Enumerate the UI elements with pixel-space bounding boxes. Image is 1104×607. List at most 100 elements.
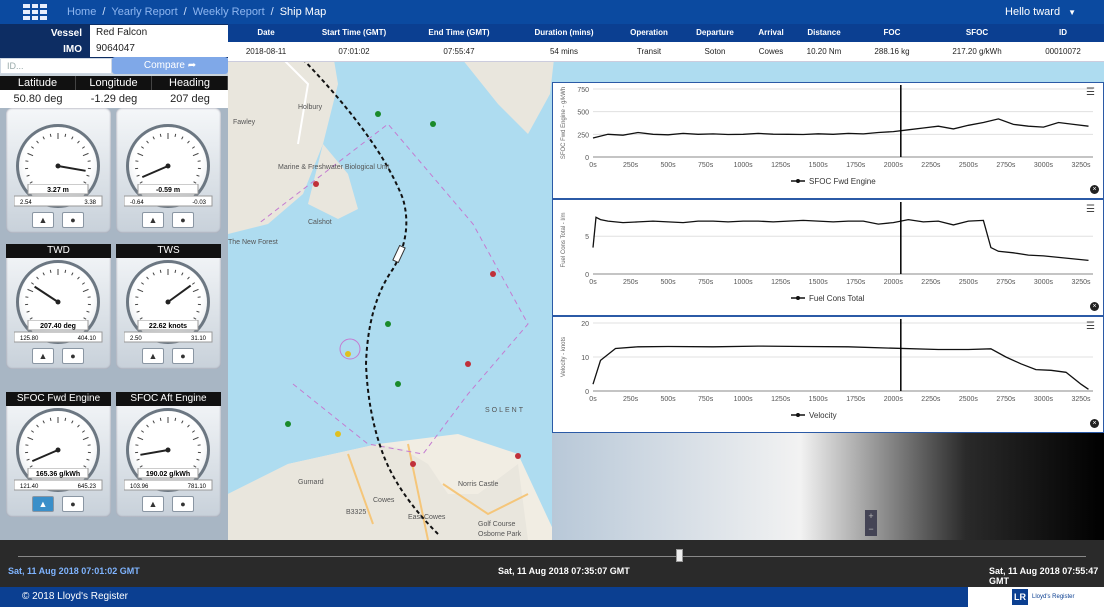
timeline-handle[interactable] (676, 549, 684, 562)
gauge-tick (136, 458, 140, 461)
legend-marker (796, 296, 800, 300)
close-icon[interactable]: × (1090, 302, 1099, 311)
gauge-tick (174, 133, 177, 137)
gauge-tick (187, 276, 190, 280)
cell-departure: Soton (704, 47, 726, 56)
gauge-tick (196, 174, 200, 177)
cell-sfoc: 217.20 g/kWh (952, 47, 1002, 56)
globe-icon[interactable]: ● (62, 496, 84, 512)
zoom-in-button[interactable]: + (865, 510, 877, 523)
x-tick-label: 2000s (884, 396, 904, 403)
footer: © 2018 Lloyd's Register (0, 587, 1104, 607)
chart-icon[interactable]: ▲ (32, 212, 54, 228)
compare-button[interactable]: Compare ➦ (112, 57, 228, 74)
x-tick-label: 0s (589, 396, 597, 403)
gauge-pivot (55, 163, 61, 169)
gauge-value: 165.36 g/kWh (36, 471, 80, 478)
chart-icon[interactable]: ▲ (32, 348, 54, 364)
gauge-tick (191, 430, 195, 433)
legend-label: SFOC Fwd Engine (809, 177, 876, 186)
lr-logo-text: Lloyd's Register (1032, 593, 1075, 600)
gauge-tick (31, 430, 35, 433)
x-tick-label: 2250s (921, 396, 941, 403)
x-tick-label: 250s (623, 279, 639, 286)
app-grid-icon[interactable] (23, 4, 47, 20)
gauge-tick (81, 146, 85, 149)
cell-end-time: 07:55:47 (443, 47, 475, 56)
user-menu[interactable]: Hello tward ▼ (1005, 6, 1076, 18)
menu-icon[interactable]: ☰ (1086, 87, 1095, 98)
gauge-needle (57, 165, 86, 172)
x-tick-label: 1250s (771, 279, 791, 286)
y-tick-label: 250 (577, 132, 589, 139)
gauges-panel: 3.27 m 2.54 3.38 ▲ ● -0.59 m -0.64 -0.03 … (0, 108, 228, 540)
position-headers: Latitude Longitude Heading (0, 76, 228, 90)
overview-map[interactable] (552, 432, 1104, 540)
gauge-needle (167, 284, 192, 303)
breadcrumb-weekly-report[interactable]: Weekly Report (193, 6, 265, 18)
breadcrumb-home[interactable]: Home (67, 6, 96, 18)
x-tick-label: 1750s (846, 162, 866, 169)
gauge-max: 781.10 (188, 484, 207, 490)
gauge-tick (187, 424, 190, 428)
gauge-tick (71, 420, 74, 424)
gauge-tick (139, 465, 143, 468)
col-end-time: End Time (GMT) (428, 28, 490, 37)
gauge-pivot (55, 447, 61, 453)
x-tick-label: 2000s (884, 279, 904, 286)
gauge-tick (64, 269, 67, 273)
chart-icon[interactable]: ▲ (32, 496, 54, 512)
id-input[interactable]: ID... (0, 58, 112, 74)
y-tick-label: 0 (585, 272, 589, 279)
x-tick-label: 500s (660, 162, 676, 169)
gauge-value: 3.27 m (47, 187, 69, 194)
close-icon[interactable]: × (1090, 185, 1099, 194)
gauge-tick (81, 282, 85, 285)
timeline-track[interactable] (18, 556, 1086, 557)
gauge-max: 645.23 (78, 484, 97, 490)
breadcrumb-yearly-report[interactable]: Yearly Report (111, 6, 177, 18)
map-label-osborne-park: Osborne Park (478, 531, 522, 538)
gauge-value: 190.02 g/kWh (146, 471, 190, 478)
globe-icon[interactable]: ● (172, 212, 194, 228)
gauge-tick (27, 288, 34, 293)
map-label-calshot: Calshot (308, 219, 332, 226)
zoom-control: + − (865, 510, 877, 536)
menu-icon[interactable]: ☰ (1086, 204, 1095, 215)
gauge-tick (64, 133, 67, 137)
col-sfoc: SFOC (965, 28, 989, 37)
gauge-tick (139, 317, 143, 320)
y-tick-label: 500 (577, 110, 589, 117)
chart-icon[interactable]: ▲ (142, 496, 164, 512)
gauge-pivot (55, 299, 61, 305)
gauge-tick (181, 136, 184, 140)
longitude-header: Longitude (76, 76, 152, 90)
gauge-title: TWD (6, 244, 111, 258)
col-operation: Operation (630, 28, 668, 37)
chart-icon[interactable]: ▲ (142, 348, 164, 364)
chart-icon[interactable]: ▲ (142, 212, 164, 228)
globe-icon[interactable]: ● (62, 212, 84, 228)
x-tick-label: 1750s (846, 396, 866, 403)
gauge-min: 121.40 (20, 484, 39, 490)
gauge-value: 207.40 deg (40, 323, 76, 330)
gauge-tick (141, 146, 145, 149)
x-tick-label: 0s (589, 162, 597, 169)
timeline-start-label: Sat, 11 Aug 2018 07:01:02 GMT (8, 566, 140, 576)
zoom-out-button[interactable]: − (865, 523, 877, 536)
gauge-tick (192, 152, 199, 157)
series-line (592, 345, 1089, 390)
gauge-title: SFOC Fwd Engine (6, 392, 111, 406)
globe-icon[interactable]: ● (172, 496, 194, 512)
globe-icon[interactable]: ● (62, 348, 84, 364)
x-tick-label: 2250s (921, 279, 941, 286)
map-label-holbury: Holbury (298, 104, 323, 111)
x-tick-label: 500s (660, 396, 676, 403)
gauge-tick (181, 420, 184, 424)
close-icon[interactable]: × (1090, 419, 1099, 428)
x-tick-label: 1250s (771, 396, 791, 403)
x-tick-label: 1500s (809, 162, 829, 169)
table-row[interactable]: 2018-08-11 07:01:02 07:55:47 54 mins Tra… (228, 42, 1104, 62)
menu-icon[interactable]: ☰ (1086, 321, 1095, 332)
globe-icon[interactable]: ● (172, 348, 194, 364)
